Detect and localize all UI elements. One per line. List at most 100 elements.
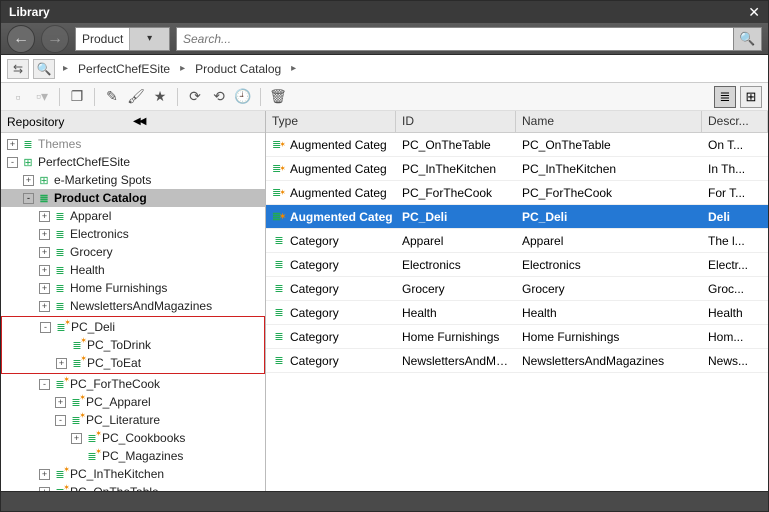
collapse-icon[interactable]: - bbox=[7, 157, 18, 168]
table-row[interactable]: ≣✶Augmented CategPC_InTheKitchenPC_InThe… bbox=[266, 157, 768, 181]
column-header-descr[interactable]: Descr... bbox=[702, 111, 768, 132]
refresh-button[interactable]: ⟳ bbox=[184, 86, 206, 108]
table-row[interactable]: ≣✶Augmented CategPC_OnTheTablePC_OnTheTa… bbox=[266, 133, 768, 157]
search-input[interactable] bbox=[176, 27, 734, 51]
category-icon: ≣✶ bbox=[69, 338, 85, 352]
tree-item[interactable]: +≣Apparel bbox=[1, 207, 265, 225]
table-row[interactable]: ≣CategoryApparelApparelThe l... bbox=[266, 229, 768, 253]
favorite-button[interactable]: ★ bbox=[149, 86, 171, 108]
category-icon: ≣✶ bbox=[272, 187, 286, 199]
find-button[interactable]: 🔍 bbox=[33, 59, 55, 79]
table-row[interactable]: ≣✶Augmented CategPC_DeliPC_DeliDeli bbox=[266, 205, 768, 229]
brush-button[interactable]: 🖌 bbox=[125, 86, 147, 108]
tree-item[interactable]: +≣Home Furnishings bbox=[1, 279, 265, 297]
id-cell: Apparel bbox=[396, 234, 516, 248]
tree-item[interactable]: +≣Grocery bbox=[1, 243, 265, 261]
window-title: Library bbox=[9, 5, 748, 19]
tree-item[interactable]: ≣✶PC_Magazines bbox=[1, 447, 265, 465]
tree-item[interactable]: +≣✶PC_Apparel bbox=[1, 393, 265, 411]
table-row[interactable]: ≣CategoryElectronicsElectronicsElectr... bbox=[266, 253, 768, 277]
delete-button[interactable]: 🗑 bbox=[267, 86, 289, 108]
tree-item[interactable]: +≣Health bbox=[1, 261, 265, 279]
table-row[interactable]: ≣CategoryHealthHealthHealth bbox=[266, 301, 768, 325]
tree-item[interactable]: -≣Product Catalog bbox=[1, 189, 265, 207]
table-row[interactable]: ≣CategoryNewslettersAndMa...NewslettersA… bbox=[266, 349, 768, 373]
tree-item[interactable]: +≣✶PC_Cookbooks bbox=[1, 429, 265, 447]
close-icon[interactable]: ✕ bbox=[748, 4, 760, 21]
tree-item[interactable]: +≣NewslettersAndMagazines bbox=[1, 297, 265, 315]
name-cell: Health bbox=[516, 306, 702, 320]
content-table[interactable]: ≣✶Augmented CategPC_OnTheTablePC_OnTheTa… bbox=[266, 133, 768, 491]
sync-button[interactable]: ⟲ bbox=[208, 86, 230, 108]
column-header-type[interactable]: Type bbox=[266, 111, 396, 132]
breadcrumb-item[interactable]: Product Catalog bbox=[193, 62, 283, 76]
column-header-name[interactable]: Name bbox=[516, 111, 702, 132]
table-row[interactable]: ≣CategoryGroceryGroceryGroc... bbox=[266, 277, 768, 301]
collapse-icon[interactable]: - bbox=[55, 415, 66, 426]
type-label: Category bbox=[290, 282, 339, 296]
tree-item[interactable]: +≣✶PC_OnTheTable bbox=[1, 483, 265, 491]
tree-item-label: e-Marketing Spots bbox=[54, 173, 151, 187]
expand-icon[interactable]: + bbox=[71, 433, 82, 444]
expand-icon[interactable]: + bbox=[55, 397, 66, 408]
tree-item[interactable]: +≣Electronics bbox=[1, 225, 265, 243]
breadcrumb-item[interactable]: PerfectChefESite bbox=[76, 62, 172, 76]
copy-button[interactable]: ❐ bbox=[66, 86, 88, 108]
expand-icon[interactable]: + bbox=[39, 301, 50, 312]
collapse-icon[interactable]: - bbox=[40, 322, 51, 333]
edit-button[interactable]: ✎ bbox=[101, 86, 123, 108]
id-cell: NewslettersAndMa... bbox=[396, 354, 516, 368]
collapse-icon[interactable]: - bbox=[39, 379, 50, 390]
scope-combo[interactable]: Product ▾ bbox=[75, 27, 170, 51]
type-label: Category bbox=[290, 306, 339, 320]
category-icon: ⊞ bbox=[36, 173, 52, 187]
new-button[interactable]: ▫ bbox=[7, 86, 29, 108]
grid-view-button[interactable]: ⊞ bbox=[740, 86, 762, 108]
category-icon: ≣ bbox=[52, 245, 68, 259]
search-button[interactable]: 🔍 bbox=[734, 27, 762, 51]
expand-icon[interactable]: + bbox=[39, 469, 50, 480]
expand-icon[interactable]: + bbox=[39, 211, 50, 222]
expand-icon[interactable]: + bbox=[39, 265, 50, 276]
list-view-button[interactable]: ≣ bbox=[714, 86, 736, 108]
tree-item[interactable]: +⊞e-Marketing Spots bbox=[1, 171, 265, 189]
table-row[interactable]: ≣CategoryHome FurnishingsHome Furnishing… bbox=[266, 325, 768, 349]
tree-item[interactable]: -⊞PerfectChefESite bbox=[1, 153, 265, 171]
expand-icon[interactable]: + bbox=[56, 358, 67, 369]
tree-toggle-button[interactable]: ⇆ bbox=[7, 59, 29, 79]
category-icon: ≣✶ bbox=[68, 395, 84, 409]
category-icon: ≣✶ bbox=[68, 413, 84, 427]
chevron-down-icon[interactable]: ▾ bbox=[129, 28, 169, 50]
new-dropdown-button[interactable]: ▫▾ bbox=[31, 86, 53, 108]
back-button[interactable]: ← bbox=[7, 25, 35, 53]
table-row[interactable]: ≣✶Augmented CategPC_ForTheCookPC_ForTheC… bbox=[266, 181, 768, 205]
tree-item[interactable]: +≣✶PC_InTheKitchen bbox=[1, 465, 265, 483]
expand-icon[interactable]: + bbox=[7, 139, 18, 150]
column-header-id[interactable]: ID bbox=[396, 111, 516, 132]
category-icon: ≣ bbox=[272, 331, 286, 343]
tree-item[interactable]: +≣✶PC_ToEat bbox=[2, 354, 264, 372]
id-cell: Home Furnishings bbox=[396, 330, 516, 344]
expand-icon[interactable]: + bbox=[39, 283, 50, 294]
scope-value: Product bbox=[76, 32, 129, 46]
forward-button[interactable]: → bbox=[41, 25, 69, 53]
tree-item[interactable]: -≣✶PC_ForTheCook bbox=[1, 375, 265, 393]
tree-item[interactable]: -≣✶PC_Literature bbox=[1, 411, 265, 429]
tree-item[interactable]: ≣✶PC_ToDrink bbox=[2, 336, 264, 354]
expand-icon[interactable]: + bbox=[39, 247, 50, 258]
tree-item[interactable]: +≣Themes bbox=[1, 135, 265, 153]
repository-tree[interactable]: +≣Themes-⊞PerfectChefESite+⊞e-Marketing … bbox=[1, 133, 265, 491]
history-button[interactable]: 🕘 bbox=[232, 86, 254, 108]
collapse-panel-icon[interactable]: ◀◀ bbox=[133, 116, 259, 127]
expand-icon[interactable]: + bbox=[23, 175, 34, 186]
descr-cell: For T... bbox=[702, 186, 768, 200]
tree-item[interactable]: -≣✶PC_Deli bbox=[2, 318, 264, 336]
tree-item-label: Electronics bbox=[70, 227, 129, 241]
expand-icon[interactable]: + bbox=[39, 229, 50, 240]
category-icon: ≣✶ bbox=[52, 467, 68, 481]
collapse-icon[interactable]: - bbox=[23, 193, 34, 204]
tree-item-label: Home Furnishings bbox=[70, 281, 167, 295]
descr-cell: The l... bbox=[702, 234, 768, 248]
name-cell: Grocery bbox=[516, 282, 702, 296]
category-icon: ≣ bbox=[272, 283, 286, 295]
